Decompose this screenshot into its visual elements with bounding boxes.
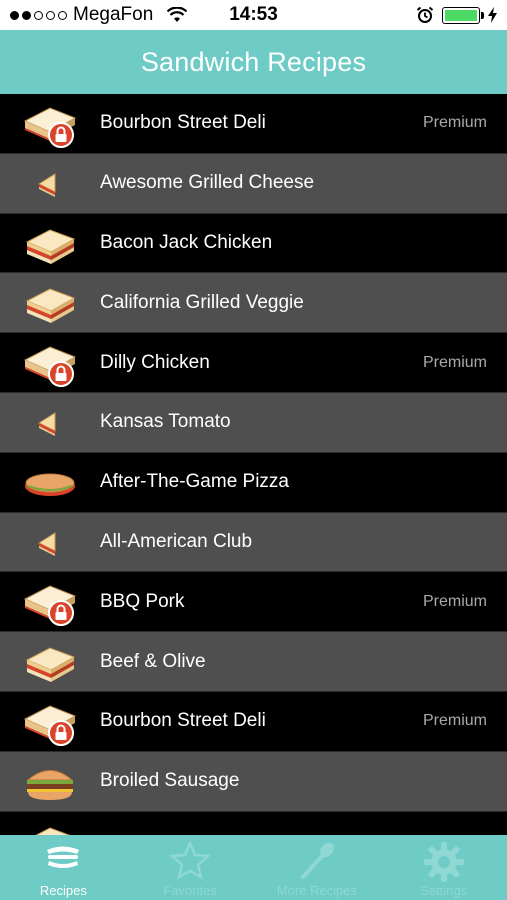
recipe-name: California Grilled Veggie [100, 291, 304, 313]
recipe-row[interactable]: Broiled Sausage [0, 751, 507, 812]
premium-badge: Premium [422, 592, 487, 610]
sandwich-wedge-icon [22, 159, 78, 209]
alarm-icon [416, 6, 434, 23]
status-bar: MegaFon 14:53 [0, 0, 507, 30]
sandwich-icon [22, 219, 78, 269]
page-title: Sandwich Recipes [140, 46, 367, 77]
sandwich-wedge-icon [22, 518, 78, 568]
premium-badge: Premium [422, 114, 487, 132]
navigation-bar: Sandwich Recipes [0, 30, 507, 94]
battery-level [445, 9, 477, 21]
tab-more-recipes[interactable]: More Recipes [254, 835, 381, 900]
charging-icon [488, 7, 497, 23]
gear-icon [423, 841, 465, 888]
sandwich-locked-icon [22, 338, 78, 388]
recipe-name: Kansas Tomato [100, 411, 231, 433]
premium-badge: Premium [422, 353, 487, 371]
recipe-row[interactable]: Dilly Chicken Premium [0, 333, 507, 393]
tab-favorites[interactable]: Favorites [127, 835, 254, 900]
sandwich-locked-icon [22, 577, 78, 627]
recipe-name: Broiled Sausage [100, 770, 240, 792]
premium-badge: Premium [422, 712, 487, 730]
recipe-name: Awesome Grilled Cheese [100, 172, 315, 194]
tab-bar: Recipes Favorites More Recipes Settings [0, 835, 507, 900]
recipe-name: Dilly Chicken [100, 351, 210, 373]
recipe-row[interactable]: All-American Club [0, 512, 507, 573]
recipe-name: Bourbon Street Deli [100, 112, 266, 134]
sandwich-locked-icon [22, 99, 78, 149]
recipe-row[interactable]: After-The-Game Pizza [0, 452, 507, 513]
recipe-row[interactable]: Awesome Grilled Cheese [0, 153, 507, 214]
sandwich-wedge-icon [22, 398, 78, 448]
battery-icon [442, 6, 484, 24]
burger-icon [22, 757, 78, 807]
status-right [416, 0, 497, 30]
recipe-row[interactable]: California Grilled Veggie [0, 273, 507, 334]
recipe-row[interactable]: Bourbon Street Deli Premium [0, 691, 507, 752]
tab-label: Favorites [163, 883, 217, 898]
recipe-list[interactable]: Bourbon Street Deli Premium Awesome Grill… [0, 94, 507, 835]
tab-settings[interactable]: Settings [380, 835, 507, 900]
tab-label: Recipes [39, 883, 87, 898]
recipe-name: Bacon Jack Chicken [100, 231, 273, 253]
sandwich-icon [22, 637, 78, 687]
tab-recipes[interactable]: Recipes [0, 835, 127, 900]
recipe-row[interactable]: Kansas Tomato [0, 392, 507, 453]
sub-sandwich-icon [22, 458, 78, 508]
recipe-name: Bourbon Street Deli [100, 710, 266, 732]
recipe-row[interactable]: Bacon Jack Chicken [0, 213, 507, 274]
spoon-icon [297, 841, 337, 886]
recipe-name: All-American Club [100, 530, 253, 552]
sandwich-locked-icon [22, 697, 78, 747]
recipe-row[interactable]: Beef & Olive [0, 632, 507, 692]
recipe-row[interactable] [0, 811, 507, 835]
sandwich-icon [22, 817, 78, 835]
sandwich-icon [22, 278, 78, 328]
recipe-name: Beef & Olive [100, 650, 206, 672]
recipe-name: After-The-Game Pizza [100, 471, 289, 493]
recipe-row[interactable]: Bourbon Street Deli Premium [0, 94, 507, 154]
recipe-name: BBQ Pork [100, 590, 185, 612]
star-icon [169, 839, 212, 884]
recipe-row[interactable]: BBQ Pork Premium [0, 572, 507, 633]
sandwich-stack-icon [43, 841, 83, 876]
